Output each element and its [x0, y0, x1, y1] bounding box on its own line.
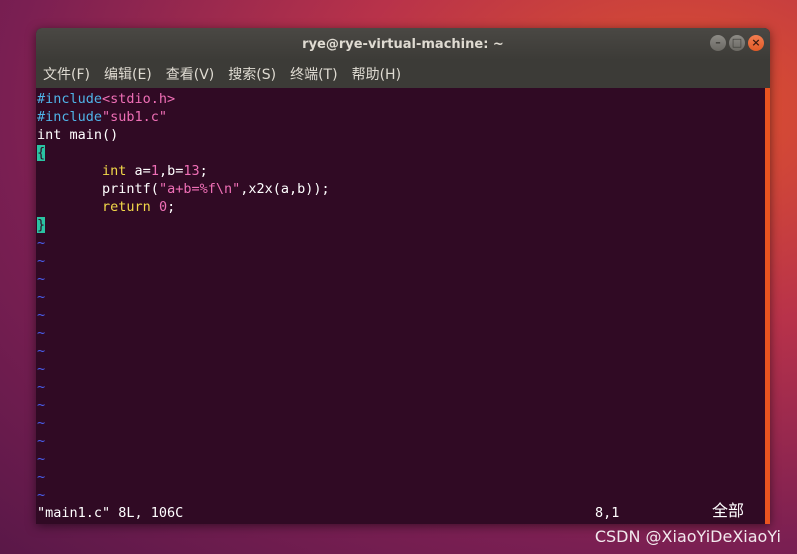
code-line-8: }: [37, 216, 46, 234]
empty-line-tilde: ~: [37, 487, 46, 503]
empty-line-tilde: ~: [37, 325, 46, 341]
menu-bar: 文件(F) 编辑(E) 查看(V) 搜索(S) 终端(T) 帮助(H): [36, 60, 770, 88]
empty-line-tilde: ~: [37, 451, 46, 467]
status-file-info: "main1.c" 8L, 106C: [37, 505, 184, 521]
status-cursor-position: 8,1: [595, 505, 620, 521]
code-text: a=: [126, 163, 151, 179]
menu-terminal[interactable]: 终端(T): [283, 64, 344, 84]
watermark-text: CSDN @XiaoYiDeXiaoYi: [594, 527, 781, 546]
empty-line-tilde: ~: [37, 307, 46, 323]
code-text: ,x2x(a,b));: [240, 181, 330, 197]
number-literal: 0: [158, 199, 168, 215]
empty-line-tilde: ~: [37, 253, 46, 269]
menu-search[interactable]: 搜索(S): [221, 64, 283, 84]
close-button[interactable]: ×: [748, 35, 764, 51]
terminal-window: rye@rye-virtual-machine: ~ – □ × 文件(F) 编…: [36, 28, 770, 524]
window-controls: – □ ×: [710, 35, 764, 51]
terminal-content[interactable]: #include<stdio.h> #include"sub1.c" int m…: [36, 88, 765, 524]
menu-view[interactable]: 查看(V): [159, 64, 222, 84]
window-title: rye@rye-virtual-machine: ~: [302, 36, 504, 52]
preprocessor-directive: #include: [37, 91, 103, 107]
maximize-button[interactable]: □: [729, 35, 745, 51]
empty-line-tilde: ~: [37, 469, 46, 485]
empty-line-tilde: ~: [37, 289, 46, 305]
empty-line-tilde: ~: [37, 379, 46, 395]
menu-help[interactable]: 帮助(H): [345, 64, 408, 84]
empty-line-tilde: ~: [37, 361, 46, 377]
title-bar[interactable]: rye@rye-virtual-machine: ~ – □ ×: [36, 28, 770, 60]
number-literal: 13: [183, 163, 200, 179]
code-line-3: int main(): [37, 127, 119, 143]
code-text: ;: [199, 163, 208, 179]
empty-line-tilde: ~: [37, 397, 46, 413]
string-literal: "a+b=%f\n": [158, 181, 241, 197]
empty-line-tilde: ~: [37, 235, 46, 251]
include-target: <stdio.h>: [102, 91, 176, 107]
status-scroll-indicator: 全部: [712, 501, 745, 520]
code-line-2: #include"sub1.c": [37, 108, 167, 126]
number-literal: 1: [150, 163, 159, 179]
minimize-button[interactable]: –: [710, 35, 726, 51]
type-keyword: int: [102, 163, 127, 179]
empty-line-tilde: ~: [37, 343, 46, 359]
code-text: ;: [167, 199, 176, 215]
code-line-1: #include<stdio.h>: [37, 90, 175, 108]
include-target: "sub1.c": [102, 109, 168, 125]
empty-line-tilde: ~: [37, 271, 46, 287]
empty-line-tilde: ~: [37, 433, 46, 449]
return-keyword: return: [102, 199, 151, 215]
matched-brace: {: [37, 145, 46, 161]
empty-line-tilde: ~: [37, 415, 46, 431]
code-line-7: return 0;: [37, 198, 175, 216]
scrollbar-edge[interactable]: [765, 88, 770, 524]
matched-brace: }: [37, 217, 46, 233]
menu-file[interactable]: 文件(F): [36, 64, 97, 84]
code-text: ,b=: [158, 163, 184, 179]
code-text: printf(: [102, 181, 159, 197]
code-line-5: int a=1,b=13;: [37, 162, 208, 180]
menu-edit[interactable]: 编辑(E): [97, 64, 159, 84]
preprocessor-directive: #include: [37, 109, 103, 125]
code-line-4: {: [37, 144, 46, 162]
code-line-6: printf("a+b=%f\n",x2x(a,b));: [37, 180, 330, 198]
